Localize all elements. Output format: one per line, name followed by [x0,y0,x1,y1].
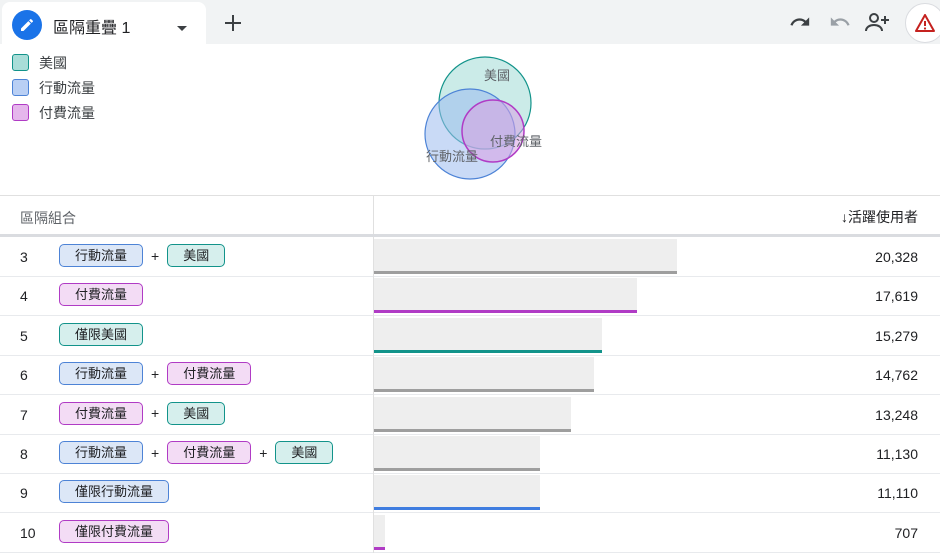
value-bar-underline [374,546,385,550]
segment-chips: 僅限行動流量 [59,480,170,504]
row-number: 6 [20,367,28,384]
segment-chip-paid[interactable]: 付費流量 [59,401,144,425]
value-bar [374,278,637,314]
table-row[interactable]: 8 行動流量 + 付費流量 + 美國 11,130 [0,434,940,474]
table-row[interactable]: 9 僅限行動流量 11,110 [0,473,940,514]
row-number: 5 [20,327,28,344]
value-bar [374,357,595,393]
value-bar [374,317,602,353]
venn-diagram: 美國 付費流量 行動流量 [424,56,542,180]
value-bar [374,514,385,550]
header-divider [373,196,374,236]
plus-sign: + [151,365,160,382]
plus-sign: + [151,405,160,422]
segment-chip-paid[interactable]: 付費流量 [59,283,144,307]
row-value: 15,279 [875,327,918,344]
segment-chip-us[interactable]: 美國 [167,401,226,425]
segment-chips: 行動流量 + 付費流量 [59,362,252,386]
segment-chip-us[interactable]: 美國 [167,244,226,267]
value-bar [374,436,540,471]
segment-chip-paid[interactable]: 付費流量 [167,441,252,464]
row-number: 3 [20,249,28,265]
value-bar-underline [374,310,637,314]
value-bar-underline [374,271,677,274]
segment-chip-mobile[interactable]: 行動流量 [59,244,144,267]
redo-icon[interactable] [824,6,856,38]
row-value: 20,328 [875,249,918,265]
plus-sign: + [151,444,160,461]
value-bar [374,396,572,432]
venn-label-us: 美國 [484,68,510,83]
header-segment-combination[interactable]: 區隔組合 [20,208,76,228]
row-number: 10 [20,524,36,541]
value-bar [374,239,677,274]
row-number: 8 [20,446,28,462]
toolbar: 區隔重疊 1 [0,0,940,44]
table-row[interactable]: 3 行動流量 + 美國 20,328 [0,237,940,277]
value-bar-underline [374,507,540,511]
table-row[interactable]: 6 行動流量 + 付費流量 14,762 [0,355,940,396]
row-value: 707 [894,524,918,541]
segment-chips: 僅限美國 [59,322,144,346]
segment-chip-mobile[interactable]: 僅限行動流量 [59,480,170,504]
value-bar-underline [374,389,595,393]
table-row[interactable]: 5 僅限美國 15,279 [0,315,940,356]
segment-chip-us[interactable]: 美國 [275,441,334,464]
edit-icon[interactable] [12,10,42,40]
segment-chips: 行動流量 + 美國 [59,244,226,267]
value-bar-underline [374,428,572,432]
segment-chip-paid[interactable]: 僅限付費流量 [59,519,170,543]
row-number: 4 [20,288,28,305]
plus-sign: + [151,247,160,264]
table-header: 區隔組合 ↓活躍使用者 [0,195,940,236]
venn-label-mobile: 行動流量 [426,149,478,164]
row-number: 7 [20,406,28,423]
table-row[interactable]: 10 僅限付費流量 707 [0,512,940,553]
undo-icon[interactable] [784,6,816,38]
segment-chips: 付費流量 + 美國 [59,401,226,425]
row-value: 11,130 [876,446,918,462]
value-bar-underline [374,468,540,471]
row-value: 11,110 [877,485,918,502]
tab-title: 區隔重疊 1 [53,20,131,37]
value-bar [374,475,540,511]
row-number: 9 [20,485,28,502]
warning-icon[interactable] [905,3,940,43]
row-value: 13,248 [875,406,918,423]
segment-chip-mobile[interactable]: 行動流量 [59,441,144,464]
table-row[interactable]: 4 付費流量 17,619 [0,276,940,317]
share-icon[interactable] [862,6,894,38]
value-bar-underline [374,349,602,353]
plus-sign: + [259,444,268,461]
venn-label-paid: 付費流量 [490,134,542,149]
segment-chip-paid[interactable]: 付費流量 [167,362,252,386]
row-value: 17,619 [875,288,918,305]
add-icon[interactable] [206,2,260,44]
header-active-users[interactable]: ↓活躍使用者 [841,207,918,227]
table-row[interactable]: 7 付費流量 + 美國 13,248 [0,394,940,435]
segment-chips: 僅限付費流量 [59,519,170,543]
segment-chip-us[interactable]: 僅限美國 [59,322,144,346]
segment-chip-mobile[interactable]: 行動流量 [59,362,144,386]
dropdown-icon[interactable] [176,20,188,38]
segment-chips: 付費流量 [59,283,144,307]
tab-segment-overlap[interactable]: 區隔重疊 1 [2,2,206,44]
segment-chips: 行動流量 + 付費流量 + 美國 [59,441,334,464]
row-value: 14,762 [875,367,918,384]
